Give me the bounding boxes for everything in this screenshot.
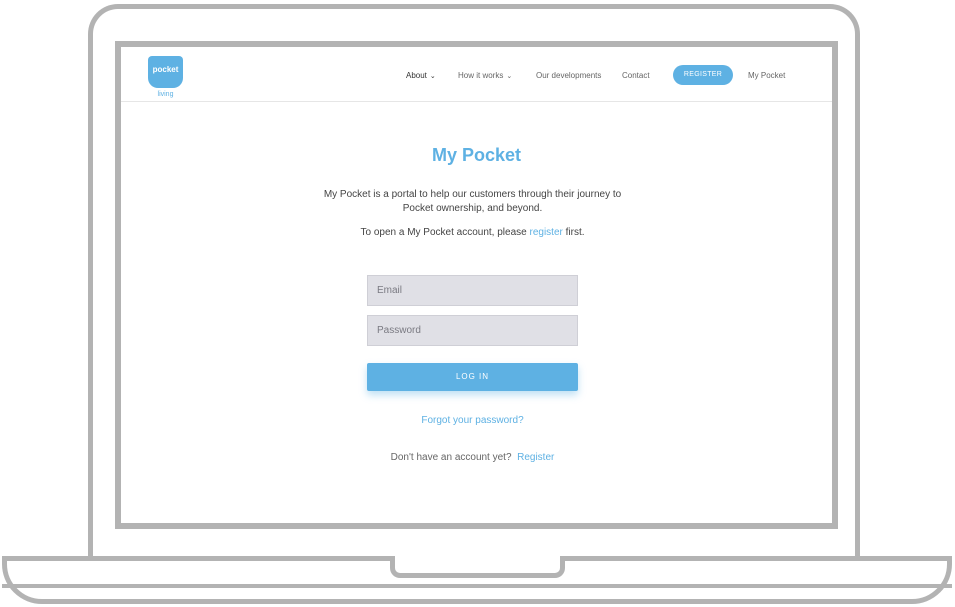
- password-field[interactable]: [367, 315, 578, 346]
- open-account-suffix: first.: [565, 227, 585, 238]
- nav-how-it-works[interactable]: How it works ⌄: [458, 71, 512, 80]
- register-link[interactable]: Register: [517, 452, 554, 463]
- nav-contact[interactable]: Contact: [622, 71, 650, 80]
- chevron-down-icon: ⌄: [429, 73, 436, 80]
- nav-about-label: About: [406, 71, 427, 80]
- open-account-text: To open a My Pocket account, please regi…: [121, 227, 824, 238]
- browser-screen: pocket living About ⌄ How it works ⌄ Our d…: [121, 47, 832, 523]
- email-field[interactable]: [367, 275, 578, 306]
- nav-my-pocket[interactable]: My Pocket: [748, 71, 785, 80]
- site-header: pocket living About ⌄ How it works ⌄ Our d…: [121, 47, 832, 102]
- laptop-notch: [390, 556, 565, 578]
- nav-how-it-works-label: How it works: [458, 71, 504, 80]
- chevron-down-icon: ⌄: [506, 73, 513, 80]
- laptop-base-edge: [2, 584, 952, 588]
- no-account-text: Don't have an account yet? Register: [121, 452, 824, 463]
- register-inline-link[interactable]: register: [529, 227, 562, 238]
- page-title: My Pocket: [431, 145, 522, 165]
- login-button[interactable]: LOG IN: [367, 363, 578, 391]
- nav-about[interactable]: About ⌄: [406, 71, 436, 80]
- intro-text: My Pocket is a portal to help our custom…: [323, 189, 622, 214]
- open-account-prefix: To open a My Pocket account, please: [360, 227, 527, 238]
- no-account-label: Don't have an account yet?: [390, 452, 512, 463]
- register-button[interactable]: REGISTER: [673, 65, 733, 85]
- pocket-logo[interactable]: pocket: [148, 56, 183, 88]
- forgot-password-link[interactable]: Forgot your password?: [121, 415, 824, 426]
- nav-our-developments[interactable]: Our developments: [536, 71, 601, 80]
- logo-tagline: living: [157, 91, 174, 98]
